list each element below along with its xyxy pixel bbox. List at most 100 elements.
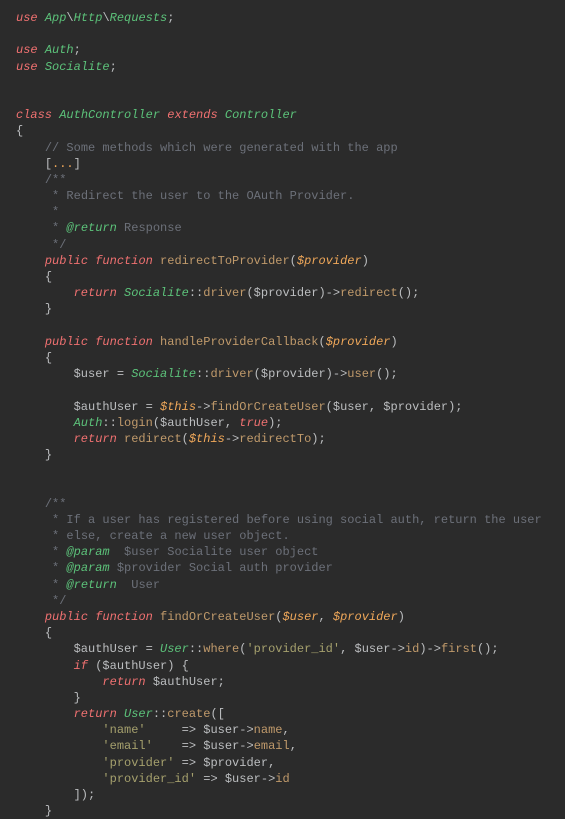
code-line: /** bbox=[16, 173, 66, 187]
keyword-return: return bbox=[102, 675, 145, 689]
code-line: } bbox=[16, 804, 52, 818]
keyword-public: public bbox=[45, 610, 88, 624]
keyword-function: function bbox=[95, 254, 153, 268]
docblock: * bbox=[45, 221, 67, 235]
docblock: * If a user has registered before using … bbox=[45, 513, 542, 527]
str-provider: 'provider' bbox=[102, 756, 174, 770]
code-line: { bbox=[16, 351, 52, 365]
prop-id: id bbox=[405, 642, 419, 656]
code-line: * @return Response bbox=[16, 221, 182, 235]
code-line: * bbox=[16, 205, 59, 219]
keyword-public: public bbox=[45, 335, 88, 349]
code-line: 'email' => $user->email, bbox=[16, 739, 297, 753]
docblock: * bbox=[45, 561, 67, 575]
code-line: { bbox=[16, 626, 52, 640]
ns-app: App bbox=[45, 11, 67, 25]
code-editor[interactable]: use App\Http\Requests; use Auth; use Soc… bbox=[0, 0, 565, 819]
ns-requests: Requests bbox=[110, 11, 168, 25]
code-line: // Some methods which were generated wit… bbox=[16, 141, 398, 155]
fn-driver: driver bbox=[210, 367, 253, 381]
code-line: */ bbox=[16, 594, 66, 608]
keyword-true: true bbox=[239, 416, 268, 430]
doc-tag-param: @param bbox=[66, 545, 109, 559]
code-line: * @param $provider Social auth provider bbox=[16, 561, 333, 575]
code-line: [...] bbox=[16, 157, 81, 171]
code-line: return User::create([ bbox=[16, 707, 225, 721]
fn-handleprovidercallback: handleProviderCallback bbox=[160, 335, 318, 349]
cls-user: User bbox=[160, 642, 189, 656]
fn-redirect: redirect bbox=[124, 432, 182, 446]
code-line: return Socialite::driver($provider)->red… bbox=[16, 286, 419, 300]
docblock: * bbox=[45, 205, 59, 219]
cls-user: User bbox=[124, 707, 153, 721]
fn-login: login bbox=[117, 416, 153, 430]
keyword-function: function bbox=[95, 335, 153, 349]
keyword-class: class bbox=[16, 108, 52, 122]
fn-user: user bbox=[347, 367, 376, 381]
prop-id: id bbox=[275, 772, 289, 786]
doc-tag-param: @param bbox=[66, 561, 109, 575]
var-user: $user bbox=[282, 610, 318, 624]
comment: // Some methods which were generated wit… bbox=[45, 141, 398, 155]
code-line: } bbox=[16, 691, 81, 705]
keyword-return: return bbox=[74, 432, 117, 446]
code-line: } bbox=[16, 448, 52, 462]
code-line: * If a user has registered before using … bbox=[16, 513, 542, 527]
cls-socialite: Socialite bbox=[124, 286, 189, 300]
code-line: ]); bbox=[16, 788, 95, 802]
keyword-use: use bbox=[16, 60, 38, 74]
var-this: $this bbox=[189, 432, 225, 446]
code-line: { bbox=[16, 124, 23, 138]
docblock: */ bbox=[45, 594, 67, 608]
code-line: /** bbox=[16, 497, 66, 511]
var-provider: $provider bbox=[326, 335, 391, 349]
code-line: * else, create a new user object. bbox=[16, 529, 290, 543]
docblock: Response bbox=[117, 221, 182, 235]
var-this: $this bbox=[160, 400, 196, 414]
prop-redirectto: redirectTo bbox=[239, 432, 311, 446]
code-line: $user = Socialite::driver($provider)->us… bbox=[16, 367, 398, 381]
docblock: $provider Social auth provider bbox=[110, 561, 333, 575]
code-line: * @param $user Socialite user object bbox=[16, 545, 318, 559]
str-email: 'email' bbox=[102, 739, 152, 753]
code-line: 'provider_id' => $user->id bbox=[16, 772, 290, 786]
str-provider-id: 'provider_id' bbox=[102, 772, 196, 786]
fold-open: [ bbox=[45, 157, 52, 171]
code-line: public function findOrCreateUser($user, … bbox=[16, 610, 405, 624]
var-provider: $provider bbox=[297, 254, 362, 268]
docblock: * bbox=[45, 545, 67, 559]
fn-first: first bbox=[441, 642, 477, 656]
fn-findorcreateuser: findOrCreateUser bbox=[210, 400, 325, 414]
fn-driver: driver bbox=[203, 286, 246, 300]
ns-http: Http bbox=[74, 11, 103, 25]
cls-auth: Auth bbox=[45, 43, 74, 57]
keyword-extends: extends bbox=[167, 108, 217, 122]
var-user: $user bbox=[74, 367, 110, 381]
cls-socialite: Socialite bbox=[45, 60, 110, 74]
code-line: { bbox=[16, 270, 52, 284]
prop-email: email bbox=[254, 739, 290, 753]
cls-authcontroller: AuthController bbox=[59, 108, 160, 122]
keyword-use: use bbox=[16, 11, 38, 25]
var-authuser: $authUser bbox=[74, 642, 139, 656]
code-line: Auth::login($authUser, true); bbox=[16, 416, 282, 430]
code-line: $authUser = User::where('provider_id', $… bbox=[16, 642, 499, 656]
prop-name: name bbox=[254, 723, 283, 737]
code-line: if ($authUser) { bbox=[16, 659, 189, 673]
docblock: $user Socialite user object bbox=[110, 545, 319, 559]
cls-auth: Auth bbox=[74, 416, 103, 430]
code-line: * @return User bbox=[16, 578, 160, 592]
fn-redirecttoprovider: redirectToProvider bbox=[160, 254, 290, 268]
keyword-if: if bbox=[74, 659, 88, 673]
fn-create: create bbox=[167, 707, 210, 721]
var-authuser: $authUser bbox=[74, 400, 139, 414]
str-provider-id: 'provider_id' bbox=[246, 642, 340, 656]
cls-socialite: Socialite bbox=[131, 367, 196, 381]
code-line: */ bbox=[16, 238, 66, 252]
keyword-return: return bbox=[74, 286, 117, 300]
keyword-use: use bbox=[16, 43, 38, 57]
docblock: * bbox=[45, 578, 67, 592]
cls-controller: Controller bbox=[225, 108, 297, 122]
keyword-function: function bbox=[95, 610, 153, 624]
docblock: */ bbox=[45, 238, 67, 252]
